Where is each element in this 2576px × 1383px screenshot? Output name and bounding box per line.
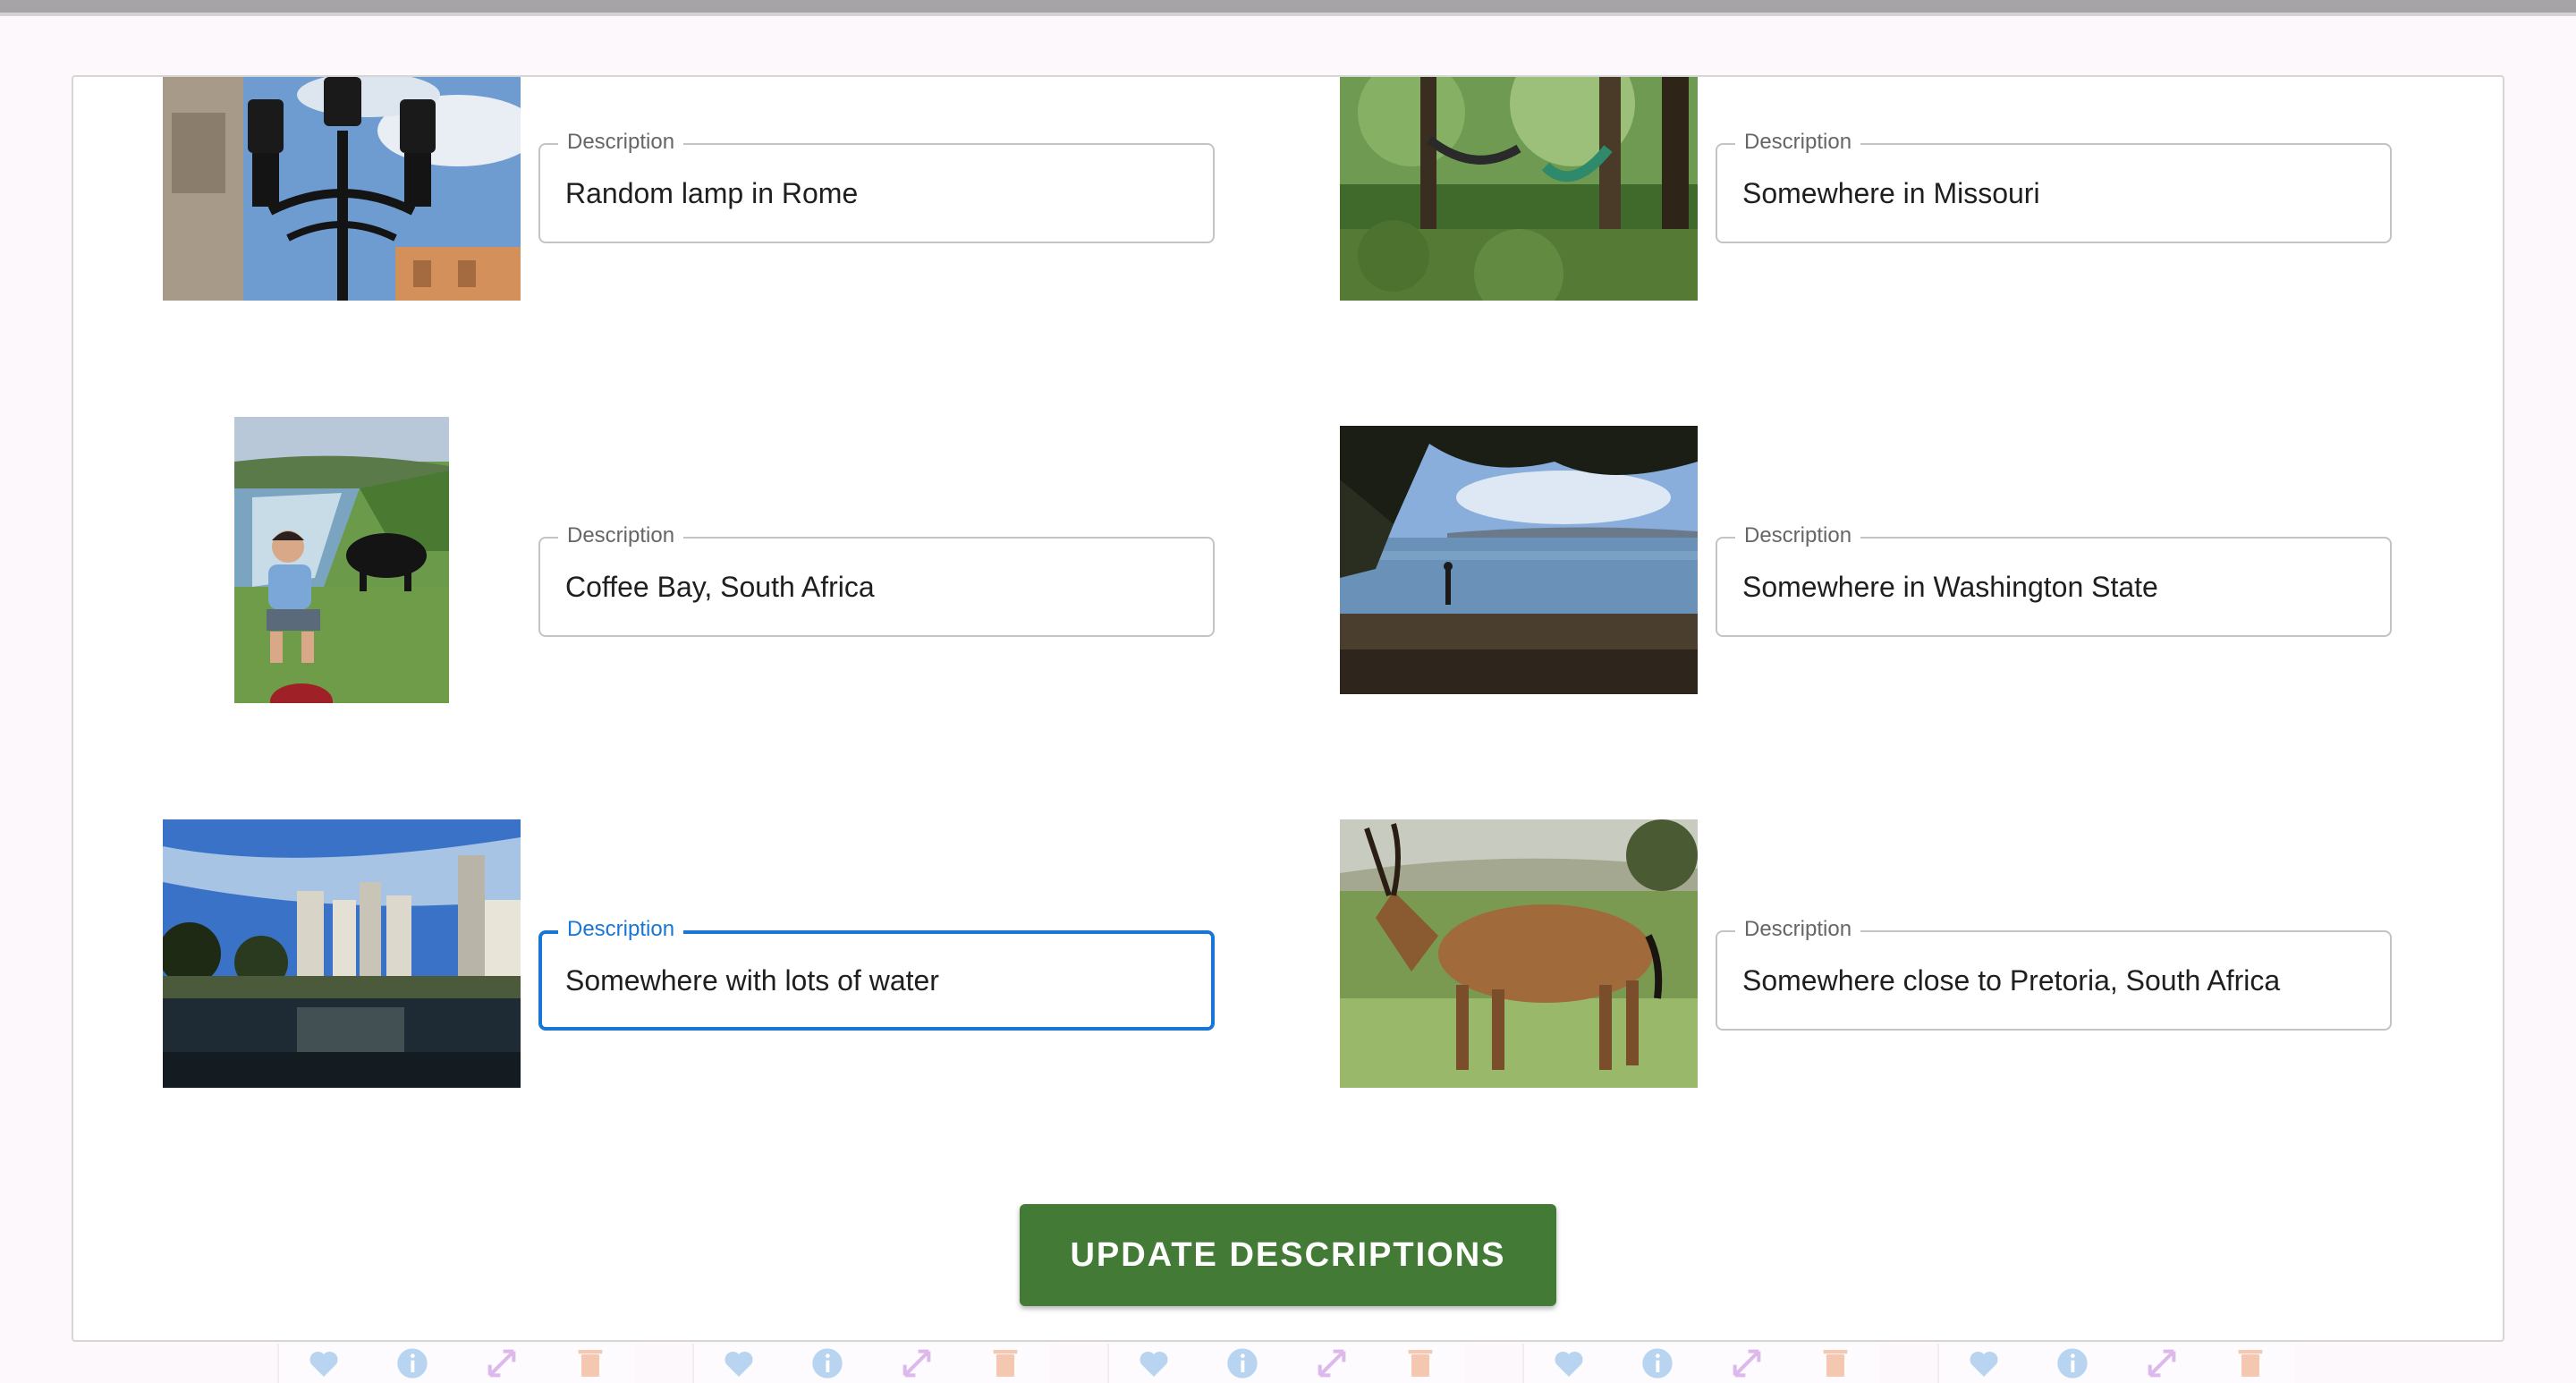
photo-card-action-tray-4: [1522, 1344, 1880, 1383]
description-field-3[interactable]: Description Coffee Bay, South Africa: [538, 522, 1215, 637]
expand-icon[interactable]: [2144, 1345, 2180, 1381]
expand-icon[interactable]: [484, 1345, 520, 1381]
info-icon[interactable]: [809, 1345, 845, 1381]
photo-thumbnail-hartebeest: [1340, 819, 1698, 1088]
description-field-5[interactable]: Description Somewhere with lots of water: [538, 916, 1215, 1031]
photo-thumbnail-coffee-bay: [234, 417, 449, 703]
heart-icon[interactable]: [1966, 1345, 2002, 1381]
description-field-1[interactable]: Description Random lamp in Rome: [538, 129, 1215, 243]
photo-card-action-tray-1: [277, 1344, 635, 1383]
update-descriptions-button[interactable]: UPDATE DESCRIPTIONS: [1020, 1204, 1556, 1306]
description-value[interactable]: Random lamp in Rome: [565, 145, 858, 242]
info-icon[interactable]: [1640, 1345, 1675, 1381]
expand-icon[interactable]: [1729, 1345, 1765, 1381]
heart-icon[interactable]: [721, 1345, 757, 1381]
description-value[interactable]: Coffee Bay, South Africa: [565, 539, 875, 635]
photo-description-panel: Description Random lamp in Rome Descript…: [72, 75, 2504, 1342]
description-value[interactable]: Somewhere with lots of water: [565, 932, 939, 1029]
description-field-2[interactable]: Description Somewhere in Missouri: [1716, 129, 2392, 243]
trash-icon[interactable]: [2233, 1345, 2268, 1381]
trash-icon[interactable]: [572, 1345, 608, 1381]
info-icon[interactable]: [394, 1345, 430, 1381]
photo-card-action-tray-5: [1937, 1344, 2295, 1383]
window-top-bar: [0, 0, 2576, 16]
description-value[interactable]: Somewhere in Washington State: [1742, 539, 2158, 635]
photo-card-action-tray-2: [692, 1344, 1050, 1383]
heart-icon[interactable]: [1136, 1345, 1172, 1381]
description-field-6[interactable]: Description Somewhere close to Pretoria,…: [1716, 916, 2392, 1031]
trash-icon[interactable]: [1402, 1345, 1438, 1381]
photo-thumbnail-missouri-hammocks: [1340, 77, 1698, 301]
photo-thumbnail-washington-lake: [1340, 426, 1698, 694]
photo-thumbnail-city-water: [163, 819, 521, 1088]
heart-icon[interactable]: [1551, 1345, 1587, 1381]
info-icon[interactable]: [1224, 1345, 1260, 1381]
trash-icon[interactable]: [987, 1345, 1023, 1381]
description-field-4[interactable]: Description Somewhere in Washington Stat…: [1716, 522, 2392, 637]
heart-icon[interactable]: [306, 1345, 342, 1381]
photo-card-action-tray-3: [1107, 1344, 1465, 1383]
expand-icon[interactable]: [1314, 1345, 1350, 1381]
info-icon[interactable]: [2055, 1345, 2090, 1381]
photo-thumbnail-rome-lamp: [163, 77, 521, 301]
description-value[interactable]: Somewhere in Missouri: [1742, 145, 2040, 242]
expand-icon[interactable]: [899, 1345, 935, 1381]
description-value[interactable]: Somewhere close to Pretoria, South Afric…: [1742, 932, 2280, 1029]
trash-icon[interactable]: [1818, 1345, 1853, 1381]
